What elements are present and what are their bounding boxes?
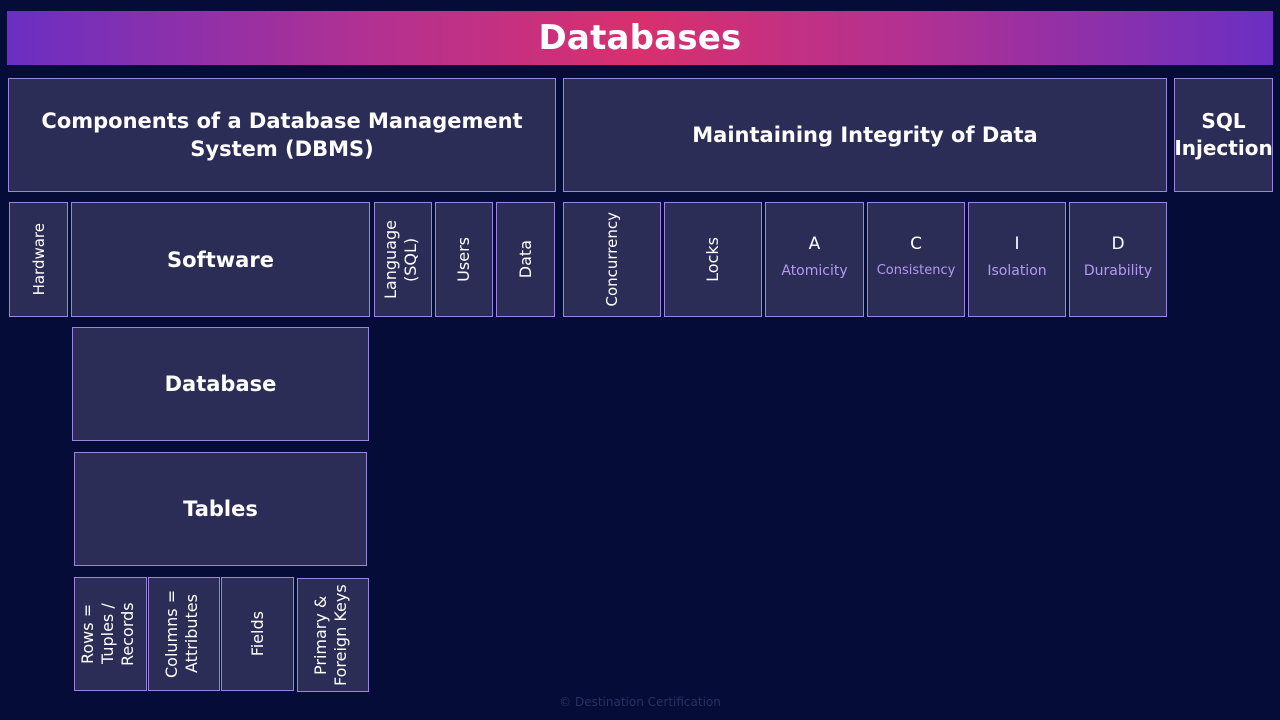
database-label: Database (164, 372, 277, 396)
data-box: Data (496, 202, 555, 317)
rows-label: Rows = Tuples / Records (77, 602, 137, 666)
language-box: Language (SQL) (374, 202, 432, 317)
sql-injection-box: SQL Injection (1174, 78, 1273, 192)
users-label: Users (454, 237, 473, 282)
fields-box: Fields (221, 577, 294, 691)
hardware-label: Hardware (29, 223, 48, 296)
acid-word-atomicity: Atomicity (781, 263, 848, 279)
dbms-heading-box: Components of a Database Management Syst… (8, 78, 556, 192)
integrity-heading: Maintaining Integrity of Data (692, 123, 1038, 147)
users-box: Users (435, 202, 493, 317)
watermark: © Destination Certification (559, 695, 721, 709)
acid-word-durability: Durability (1083, 263, 1153, 279)
locks-label: Locks (703, 237, 722, 282)
tables-box: Tables (74, 452, 367, 566)
columns-label: Columns = Attributes (162, 589, 201, 679)
columns-box: Columns = Attributes (148, 577, 220, 691)
concurrency-box: Concurrency (563, 202, 661, 317)
keys-box: Primary & Foreign Keys (297, 578, 369, 692)
page-title: Databases (538, 18, 742, 58)
tables-label: Tables (183, 497, 258, 521)
software-label: Software (167, 247, 274, 272)
concurrency-label: Concurrency (603, 212, 621, 307)
fields-label: Fields (247, 611, 267, 657)
acid-durability-box: D Durability (1069, 202, 1167, 317)
rows-box: Rows = Tuples / Records (74, 577, 147, 691)
database-box: Database (72, 327, 369, 441)
locks-box: Locks (664, 202, 762, 317)
acid-word-consistency: Consistency (876, 263, 956, 278)
acid-letter-i: I (1014, 234, 1020, 254)
acid-consistency-box: C Consistency (867, 202, 965, 317)
hardware-box: Hardware (9, 202, 68, 317)
acid-letter-d: D (1111, 234, 1125, 254)
data-label: Data (515, 240, 535, 279)
acid-letter-a: A (808, 234, 821, 254)
sql-injection-heading: SQL Injection (1174, 109, 1273, 160)
acid-word-isolation: Isolation (987, 263, 1047, 279)
dbms-heading: Components of a Database Management Syst… (41, 109, 523, 161)
acid-atomicity-box: A Atomicity (765, 202, 864, 317)
integrity-heading-box: Maintaining Integrity of Data (563, 78, 1167, 192)
software-box: Software (71, 202, 370, 317)
acid-isolation-box: I Isolation (968, 202, 1066, 317)
keys-label: Primary & Foreign Keys (311, 584, 350, 686)
language-label: Language (SQL) (381, 220, 420, 299)
acid-letter-c: C (910, 234, 922, 254)
title-banner: Databases (7, 11, 1273, 65)
